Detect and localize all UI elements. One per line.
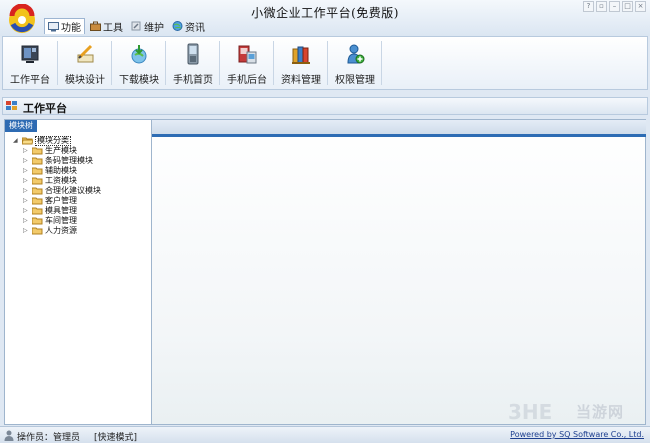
books-icon bbox=[292, 46, 310, 64]
ribbon-label: 权限管理 bbox=[335, 75, 375, 86]
folder-icon bbox=[32, 167, 43, 175]
powered-by-link[interactable]: Powered by SQ Software Co., Ltd. bbox=[510, 430, 644, 439]
folder-icon bbox=[32, 227, 43, 235]
mobile-home-button[interactable]: 手机首页 bbox=[166, 37, 220, 89]
phone-admin-icon bbox=[238, 45, 257, 64]
data-management-button[interactable]: 资料管理 bbox=[274, 37, 328, 89]
tree-item-label: 生产模块 bbox=[45, 146, 77, 155]
folder-icon bbox=[32, 217, 43, 225]
tree-root-label: 模块分类 bbox=[35, 136, 71, 146]
permission-user-icon bbox=[347, 44, 365, 64]
folder-icon bbox=[32, 177, 43, 185]
expand-arrow-icon[interactable]: ▷ bbox=[23, 166, 31, 176]
help-button[interactable]: ? bbox=[583, 1, 594, 12]
status-bar: 操作员：管理员 [快速模式] Powered by SQ Software Co… bbox=[0, 426, 650, 443]
module-tree-panel: 模块树 ◢ 模块分类 ▷ 生产模块 ▷ 条码管理模块 ▷ 辅助模块 ▷ 工资模块 ▷ 合理化建议模… bbox=[4, 119, 152, 425]
ribbon-separator bbox=[381, 41, 382, 85]
tree-item-label: 客户管理 bbox=[45, 196, 77, 205]
ribbon-label: 手机后台 bbox=[227, 75, 267, 86]
collapse-arrow-icon[interactable]: ◢ bbox=[13, 136, 21, 146]
folder-icon bbox=[32, 187, 43, 195]
expand-arrow-icon[interactable]: ▷ bbox=[23, 226, 31, 236]
watermark-brand: 3HE bbox=[508, 401, 552, 423]
expand-arrow-icon[interactable]: ▷ bbox=[23, 196, 31, 206]
ribbon-label: 资料管理 bbox=[281, 75, 321, 86]
tree-item-label: 模具管理 bbox=[45, 206, 77, 215]
module-design-button[interactable]: 模块设计 bbox=[58, 37, 112, 89]
watermark-text: 当游网 bbox=[576, 403, 625, 421]
menu-tabs: 功能 工具 维护 资讯 bbox=[44, 18, 208, 34]
folder-icon bbox=[32, 197, 43, 205]
ribbon-label: 手机首页 bbox=[173, 75, 213, 86]
phone-icon bbox=[187, 43, 199, 65]
close-button[interactable]: × bbox=[635, 1, 646, 12]
tree-item-label: 条码管理模块 bbox=[45, 156, 93, 165]
tab-function[interactable]: 功能 bbox=[44, 18, 85, 34]
folder-open-icon bbox=[22, 137, 33, 145]
tab-label: 工具 bbox=[103, 22, 123, 34]
tab-tools[interactable]: 工具 bbox=[87, 18, 126, 34]
restore-button[interactable]: ▫ bbox=[596, 1, 607, 12]
permission-management-button[interactable]: 权限管理 bbox=[328, 37, 382, 89]
tab-label: 功能 bbox=[61, 23, 81, 34]
window-controls: ? ▫ – □ × bbox=[583, 1, 646, 12]
user-icon bbox=[4, 430, 14, 441]
content-header bbox=[152, 120, 646, 137]
download-icon bbox=[131, 45, 147, 64]
content-pane bbox=[152, 119, 646, 425]
tree-item-label: 合理化建议模块 bbox=[45, 186, 101, 195]
maximize-button[interactable]: □ bbox=[622, 1, 633, 12]
operator-label: 操作员：管理员 bbox=[17, 433, 81, 443]
ribbon-label: 工作平台 bbox=[10, 75, 50, 86]
workbench-small-icon bbox=[6, 101, 17, 110]
minimize-button[interactable]: – bbox=[609, 1, 620, 12]
tree-item-label: 人力资源 bbox=[45, 226, 77, 235]
folder-icon bbox=[32, 207, 43, 215]
tree-item-label: 车间管理 bbox=[45, 216, 77, 225]
folder-icon bbox=[32, 157, 43, 165]
globe-icon bbox=[172, 21, 183, 31]
expand-arrow-icon[interactable]: ▷ bbox=[23, 216, 31, 226]
section-title: 工作平台 bbox=[23, 102, 67, 115]
expand-arrow-icon[interactable]: ▷ bbox=[23, 186, 31, 196]
mode-label: [快速模式] bbox=[94, 433, 138, 443]
ribbon-toolbar: 工作平台 模块设计 下载模块 手机首页 手机后台 资料管理 权限管理 bbox=[2, 36, 648, 90]
folder-icon bbox=[32, 147, 43, 155]
workbench-icon bbox=[21, 45, 39, 63]
ribbon-label: 模块设计 bbox=[65, 75, 105, 86]
expand-arrow-icon[interactable]: ▷ bbox=[23, 146, 31, 156]
ribbon-label: 下载模块 bbox=[119, 75, 159, 86]
monitor-icon bbox=[48, 21, 59, 31]
section-header: 工作平台 bbox=[2, 97, 648, 115]
toolbox-icon bbox=[90, 21, 101, 31]
tree-tab[interactable]: 模块树 bbox=[5, 120, 37, 132]
mobile-admin-button[interactable]: 手机后台 bbox=[220, 37, 274, 89]
download-module-button[interactable]: 下载模块 bbox=[112, 37, 166, 89]
workbench-button[interactable]: 工作平台 bbox=[3, 37, 57, 89]
tree-item-label: 辅助模块 bbox=[45, 166, 77, 175]
wrench-icon bbox=[131, 21, 141, 31]
tab-maintain[interactable]: 维护 bbox=[128, 18, 167, 34]
tab-label: 维护 bbox=[144, 22, 164, 34]
expand-arrow-icon[interactable]: ▷ bbox=[23, 206, 31, 216]
design-pen-icon bbox=[77, 44, 94, 63]
expand-arrow-icon[interactable]: ▷ bbox=[23, 156, 31, 166]
tab-label: 资讯 bbox=[185, 22, 205, 34]
tab-news[interactable]: 资讯 bbox=[169, 18, 208, 34]
tree-item-label: 工资模块 bbox=[45, 176, 77, 185]
expand-arrow-icon[interactable]: ▷ bbox=[23, 176, 31, 186]
